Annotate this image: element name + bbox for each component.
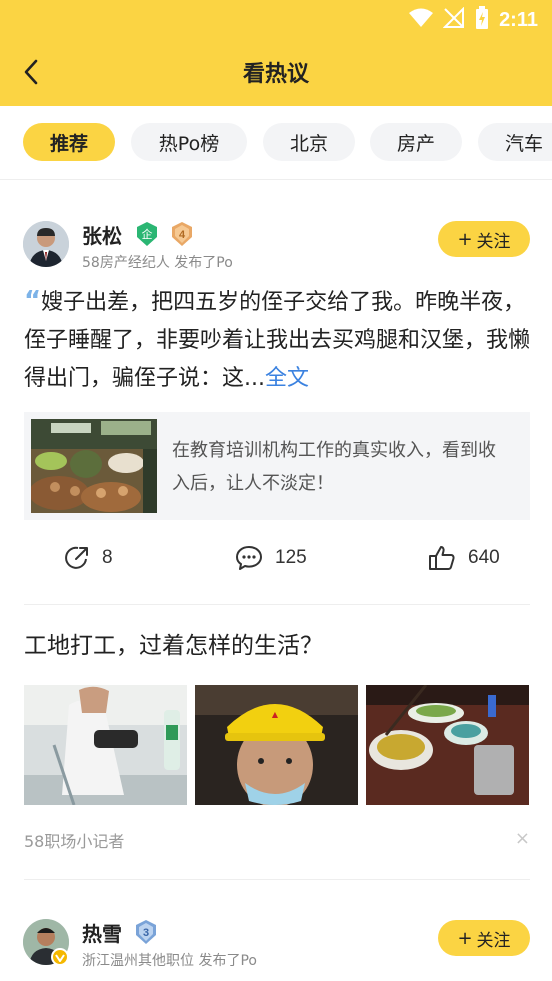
question-title[interactable]: 工地打工，过着怎样的生活？ [24, 626, 323, 660]
author-meta-2: 浙江温州其他职位 发布了Po [82, 953, 257, 969]
tab-hot-po[interactable]: 热Po榜 [131, 123, 247, 161]
like-button[interactable]: 640 [428, 538, 500, 578]
plus-icon: + [457, 228, 473, 250]
level-badge-icon-2: 3 [134, 919, 156, 944]
verified-badge-icon [51, 948, 69, 966]
level-badge-text: 4 [179, 229, 186, 241]
quote-icon: “ [24, 286, 42, 316]
tab-beijing[interactable]: 北京 [263, 123, 355, 161]
post-image-1[interactable] [24, 685, 187, 805]
comment-button[interactable]: 125 [235, 538, 307, 578]
post-image-3[interactable] [366, 685, 529, 805]
source-label[interactable]: 58职场小记者 [24, 828, 124, 852]
post-divider-2 [24, 879, 530, 880]
post-divider [24, 604, 530, 605]
category-tabs: 推荐 热Po榜 北京 房产 汽车 [0, 106, 552, 180]
tab-auto[interactable]: 汽车 [478, 123, 552, 161]
plus-icon: + [457, 927, 473, 949]
post-image-2[interactable]: ▲ [195, 685, 358, 805]
author-name-2[interactable]: 热雪 [82, 918, 122, 947]
follow-label: 关注 [476, 231, 511, 252]
battery-charging-icon [475, 6, 489, 34]
level-badge-icon: 4 [170, 221, 192, 246]
top-bar: 2:11 看热议 [0, 0, 552, 106]
wifi-icon [409, 8, 434, 32]
link-thumbnail [31, 419, 157, 513]
like-count: 640 [468, 547, 500, 568]
thumbs-up-icon [429, 546, 455, 570]
share-count: 8 [102, 547, 113, 568]
read-more-link[interactable]: 全文 [265, 366, 309, 391]
level-badge-text-2: 3 [143, 927, 149, 939]
share-button[interactable]: 8 [64, 538, 113, 578]
dismiss-button[interactable]: × [515, 828, 530, 849]
follow-label-2: 关注 [476, 930, 511, 951]
signal-off-icon [442, 6, 465, 33]
share-icon [65, 546, 88, 569]
author-meta: 58房产经纪人 发布了Po [82, 255, 233, 271]
post-body[interactable]: “嫂子出差，把四五岁的侄子交给了我。昨晚半夜，侄子睡醒了，非要吵着让我出去买鸡腿… [24, 282, 530, 398]
tab-recommend[interactable]: 推荐 [23, 123, 115, 161]
link-card[interactable]: 在教育培训机构工作的真实收入，看到收入后，让人不淡定！ [24, 412, 530, 520]
link-title: 在教育培训机构工作的真实收入，看到收入后，让人不淡定！ [172, 440, 496, 494]
image-grid: ▲ [24, 685, 530, 805]
follow-button[interactable]: + 关注 [438, 221, 530, 257]
follow-button-2[interactable]: + 关注 [438, 920, 530, 956]
status-time: 2:11 [499, 8, 538, 31]
page-title: 看热议 [242, 62, 309, 87]
tab-real-estate[interactable]: 房产 [370, 123, 462, 161]
post-actions: 8 125 640 [0, 538, 552, 578]
avatar[interactable] [23, 221, 69, 267]
author-name[interactable]: 张松 [82, 220, 122, 249]
enterprise-badge-text: 企 [142, 227, 153, 241]
comment-icon [236, 546, 262, 570]
status-bar: 2:11 [409, 6, 538, 34]
svg-text:▲: ▲ [272, 710, 279, 719]
enterprise-badge-icon: 企 [135, 221, 157, 246]
comment-count: 125 [275, 547, 307, 568]
